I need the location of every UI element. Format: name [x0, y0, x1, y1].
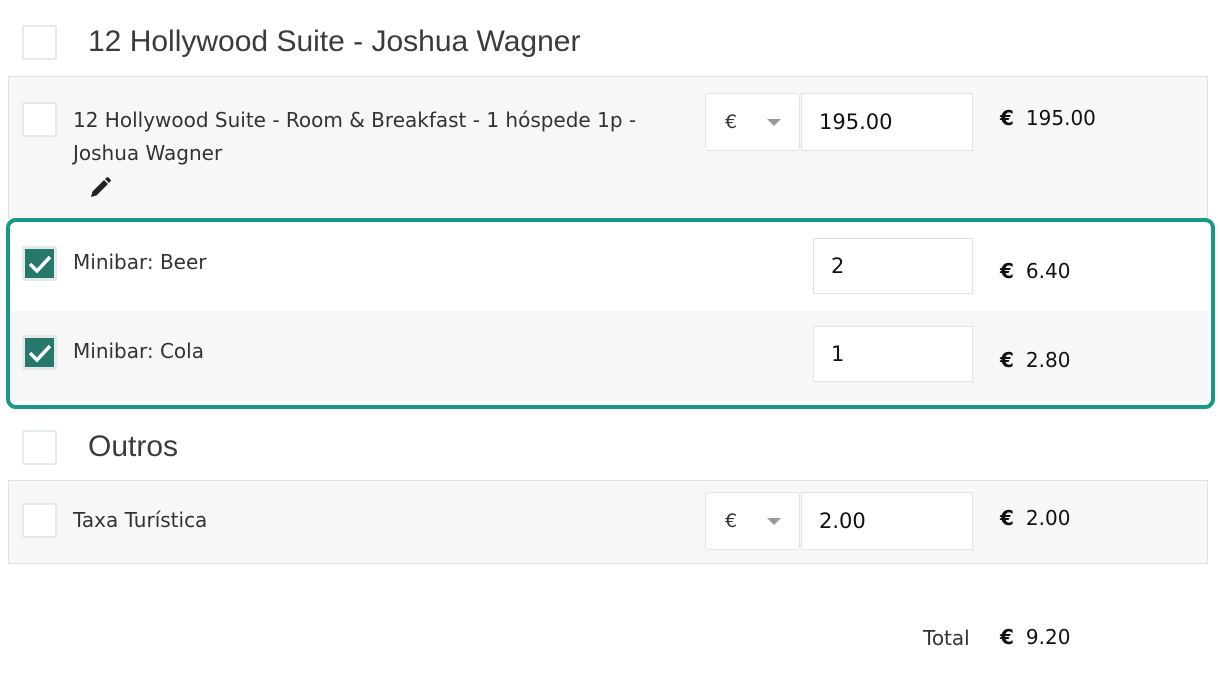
tax-amount-currency: € [1000, 506, 1014, 530]
tourist-tax-currency-select[interactable]: € [705, 492, 800, 550]
group-title-outros: Outros [88, 430, 179, 463]
room-amount-currency: € [1000, 106, 1014, 130]
selection-highlight [6, 218, 1215, 409]
total-value: 9.20 [1025, 625, 1071, 649]
room-currency-select[interactable]: € [705, 93, 800, 151]
edit-pencil-icon[interactable] [88, 176, 112, 200]
room-charge-label: 12 Hollywood Suite - Room & Breakfast - … [73, 108, 637, 165]
total-currency: € [1000, 625, 1014, 649]
tax-amount-value: 2.00 [1025, 506, 1071, 530]
total-label: Total [923, 626, 970, 650]
room-currency-value: € [725, 111, 738, 133]
tourist-tax-price-input[interactable]: 2.00 [801, 492, 973, 550]
total-amount: €9.20 [1000, 625, 1070, 649]
group-checkbox-outros[interactable] [22, 430, 57, 465]
tourist-tax-checkbox[interactable] [22, 503, 57, 538]
room-charge-checkbox[interactable] [22, 102, 57, 137]
group-title-hollywood-suite: 12 Hollywood Suite - Joshua Wagner [88, 25, 581, 58]
tourist-tax-label: Taxa Turística [73, 508, 208, 532]
room-price-input[interactable]: 195.00 [801, 93, 973, 151]
group-checkbox-hollywood-suite[interactable] [22, 25, 57, 60]
chevron-down-icon [767, 518, 781, 525]
tourist-tax-currency-value: € [725, 510, 738, 532]
tourist-tax-amount: €2.00 [1000, 506, 1070, 530]
room-amount-value: 195.00 [1025, 106, 1096, 130]
chevron-down-icon [767, 119, 781, 126]
room-charge-amount: €195.00 [1000, 106, 1096, 130]
